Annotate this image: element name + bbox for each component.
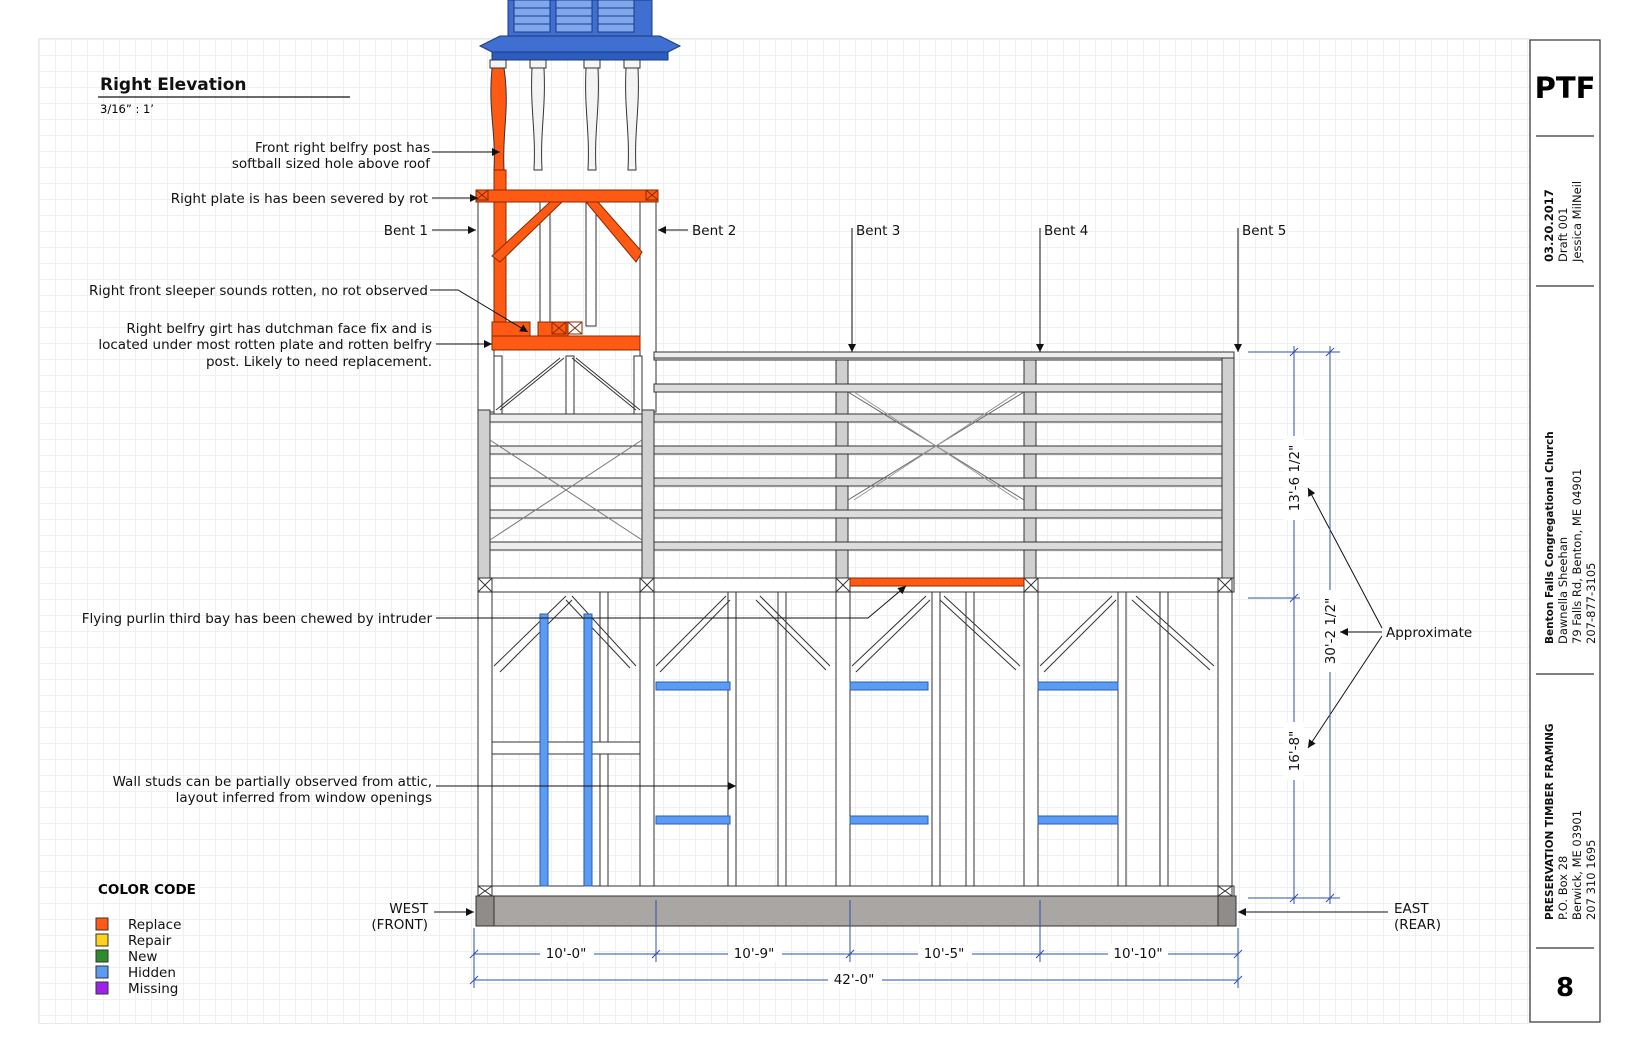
note-girt-3: post. Likely to need replacement. (206, 354, 432, 370)
note-sleeper: Right front sleeper sounds rotten, no ro… (89, 283, 428, 299)
elevation-drawing: Right Elevation 3/16” : 1’ Front right b… (82, 0, 1601, 1023)
dim-roof-height: 13'-6 1/2" (1287, 445, 1303, 512)
west-front-label: (FRONT) (371, 917, 428, 933)
note-girt-1: Right belfry girt has dutchman face fix … (126, 321, 432, 337)
legend-label-hidden: Hidden (128, 965, 176, 981)
note-belfry-post-2: softball sized hole above roof (232, 156, 431, 172)
draft-number: Draft 001 (1556, 207, 1570, 262)
company-po-box: P.O. Box 28 (1556, 856, 1570, 920)
bent-5-label: Bent 5 (1242, 223, 1286, 239)
note-studs-1: Wall studs can be partially observed fro… (113, 774, 432, 790)
dim-total: 42'-0" (834, 972, 875, 988)
note-girt-2: located under most rotten plate and rott… (98, 337, 432, 353)
company-city: Berwick, ME 03901 (1570, 810, 1584, 920)
legend-label-missing: Missing (128, 981, 178, 997)
west-label: WEST (389, 901, 428, 917)
project-name: Benton Falls Congregational Church (1544, 431, 1556, 644)
note-studs-2: layout inferred from window openings (176, 790, 432, 806)
legend-label-repair: Repair (128, 933, 172, 949)
east-rear-label: (REAR) (1394, 917, 1441, 933)
dim-bay-3: 10'-5" (924, 946, 965, 962)
drawing-sheet: Right Elevation 3/16” : 1’ Front right b… (0, 0, 1632, 1056)
client-phone: 207-877-3105 (1584, 563, 1598, 644)
drawing-title: Right Elevation (100, 75, 247, 95)
dim-bay-1: 10'-0" (546, 946, 587, 962)
note-plate-severed: Right plate is has been severed by rot (171, 191, 428, 207)
title-block: PTF 03.20.2017 Draft 001 Jessica MilNeil… (1529, 39, 1601, 1023)
legend-label-replace: Replace (128, 917, 181, 933)
sill-beam (475, 895, 1237, 927)
drawing-date: 03.20.2017 (1542, 189, 1556, 262)
belfry-columns (489, 59, 641, 171)
bent-1-label: Bent 1 (384, 223, 428, 239)
bent-2-label: Bent 2 (692, 223, 736, 239)
replace-members-belfry (475, 169, 659, 351)
dim-bay-4: 10'-10" (1113, 946, 1162, 962)
roof-framing (477, 351, 1235, 579)
color-legend: COLOR CODE Replace Repair New Hidden Mis… (95, 882, 196, 997)
legend-label-new: New (128, 949, 157, 965)
drafter-name: Jessica MilNeil (1570, 181, 1584, 263)
legend-swatch-missing (95, 981, 109, 995)
drawing-scale: 3/16” : 1’ (100, 102, 154, 116)
note-approximate: Approximate (1386, 625, 1472, 641)
company-name: PRESERVATION TIMBER FRAMING (1544, 723, 1556, 920)
legend-swatch-new (95, 949, 109, 963)
project-address: 79 Falls Rd, Benton, ME 04901 (1570, 469, 1584, 644)
legend-title: COLOR CODE (98, 882, 196, 898)
legend-swatch-hidden (95, 965, 109, 979)
legend-swatch-replace (95, 917, 109, 931)
company-phone: 207 310 1695 (1584, 840, 1598, 920)
dim-overall-height: 30'-2 1/2" (1323, 598, 1339, 665)
leader-lines (430, 148, 1388, 916)
note-purlin: Flying purlin third bay has been chewed … (82, 611, 433, 627)
east-label: EAST (1394, 901, 1429, 917)
bent-4-label: Bent 4 (1044, 223, 1088, 239)
flying-purlin-replace (849, 577, 1025, 587)
belfry-cupola (478, 0, 682, 61)
bent-3-label: Bent 3 (856, 223, 900, 239)
dim-bay-2: 10'-9" (734, 946, 775, 962)
client-name: Dawnella Sheehan (1556, 537, 1570, 644)
sheet-number: 8 (1556, 973, 1574, 1003)
dim-wall-height: 16'-8" (1287, 731, 1303, 772)
company-logo: PTF (1535, 71, 1596, 105)
legend-swatch-repair (95, 933, 109, 947)
note-belfry-post-1: Front right belfry post has (255, 140, 430, 156)
